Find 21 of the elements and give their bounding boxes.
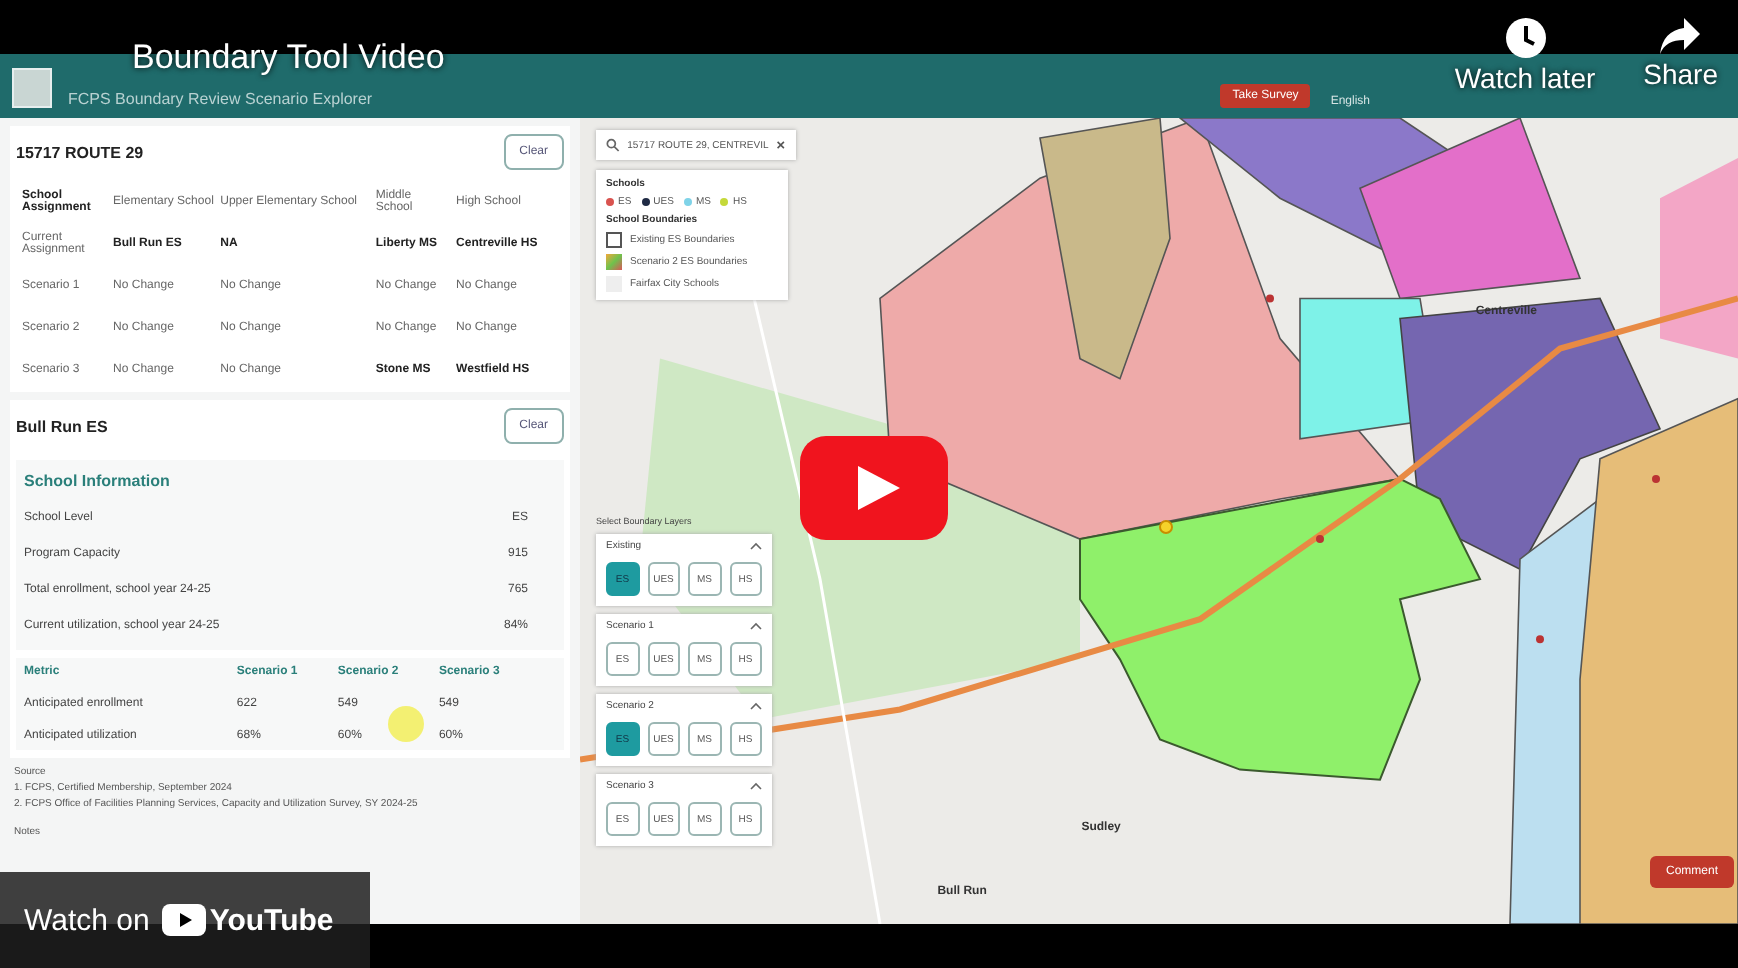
watch-on-youtube-button[interactable]: Watch on YouTube [0,872,370,968]
outline-swatch-icon [606,232,622,248]
app-subtitle: FCPS Boundary Review Scenario Explorer [68,90,375,108]
share-label[interactable]: Share [1643,58,1718,90]
chevron-icon[interactable] [750,622,762,630]
watch-later-label[interactable]: Watch later [1454,62,1596,94]
chevron-icon[interactable] [750,542,762,550]
close-icon[interactable] [776,140,786,150]
chevron-icon[interactable] [750,782,762,790]
clock-icon[interactable] [1503,16,1547,60]
school-title: Bull Run ES [16,417,108,435]
logo-icon [12,68,52,108]
play-button-icon[interactable] [800,436,948,540]
search-icon [606,138,620,152]
youtube-logo-icon [161,904,206,936]
chevron-icon[interactable] [750,702,762,710]
video-title[interactable]: Boundary Tool Video [132,40,445,76]
fill-swatch-icon [606,254,622,270]
share-icon[interactable] [1658,16,1703,56]
address-title: 15717 ROUTE 29 [16,143,144,161]
section-heading: School Information [24,470,172,494]
